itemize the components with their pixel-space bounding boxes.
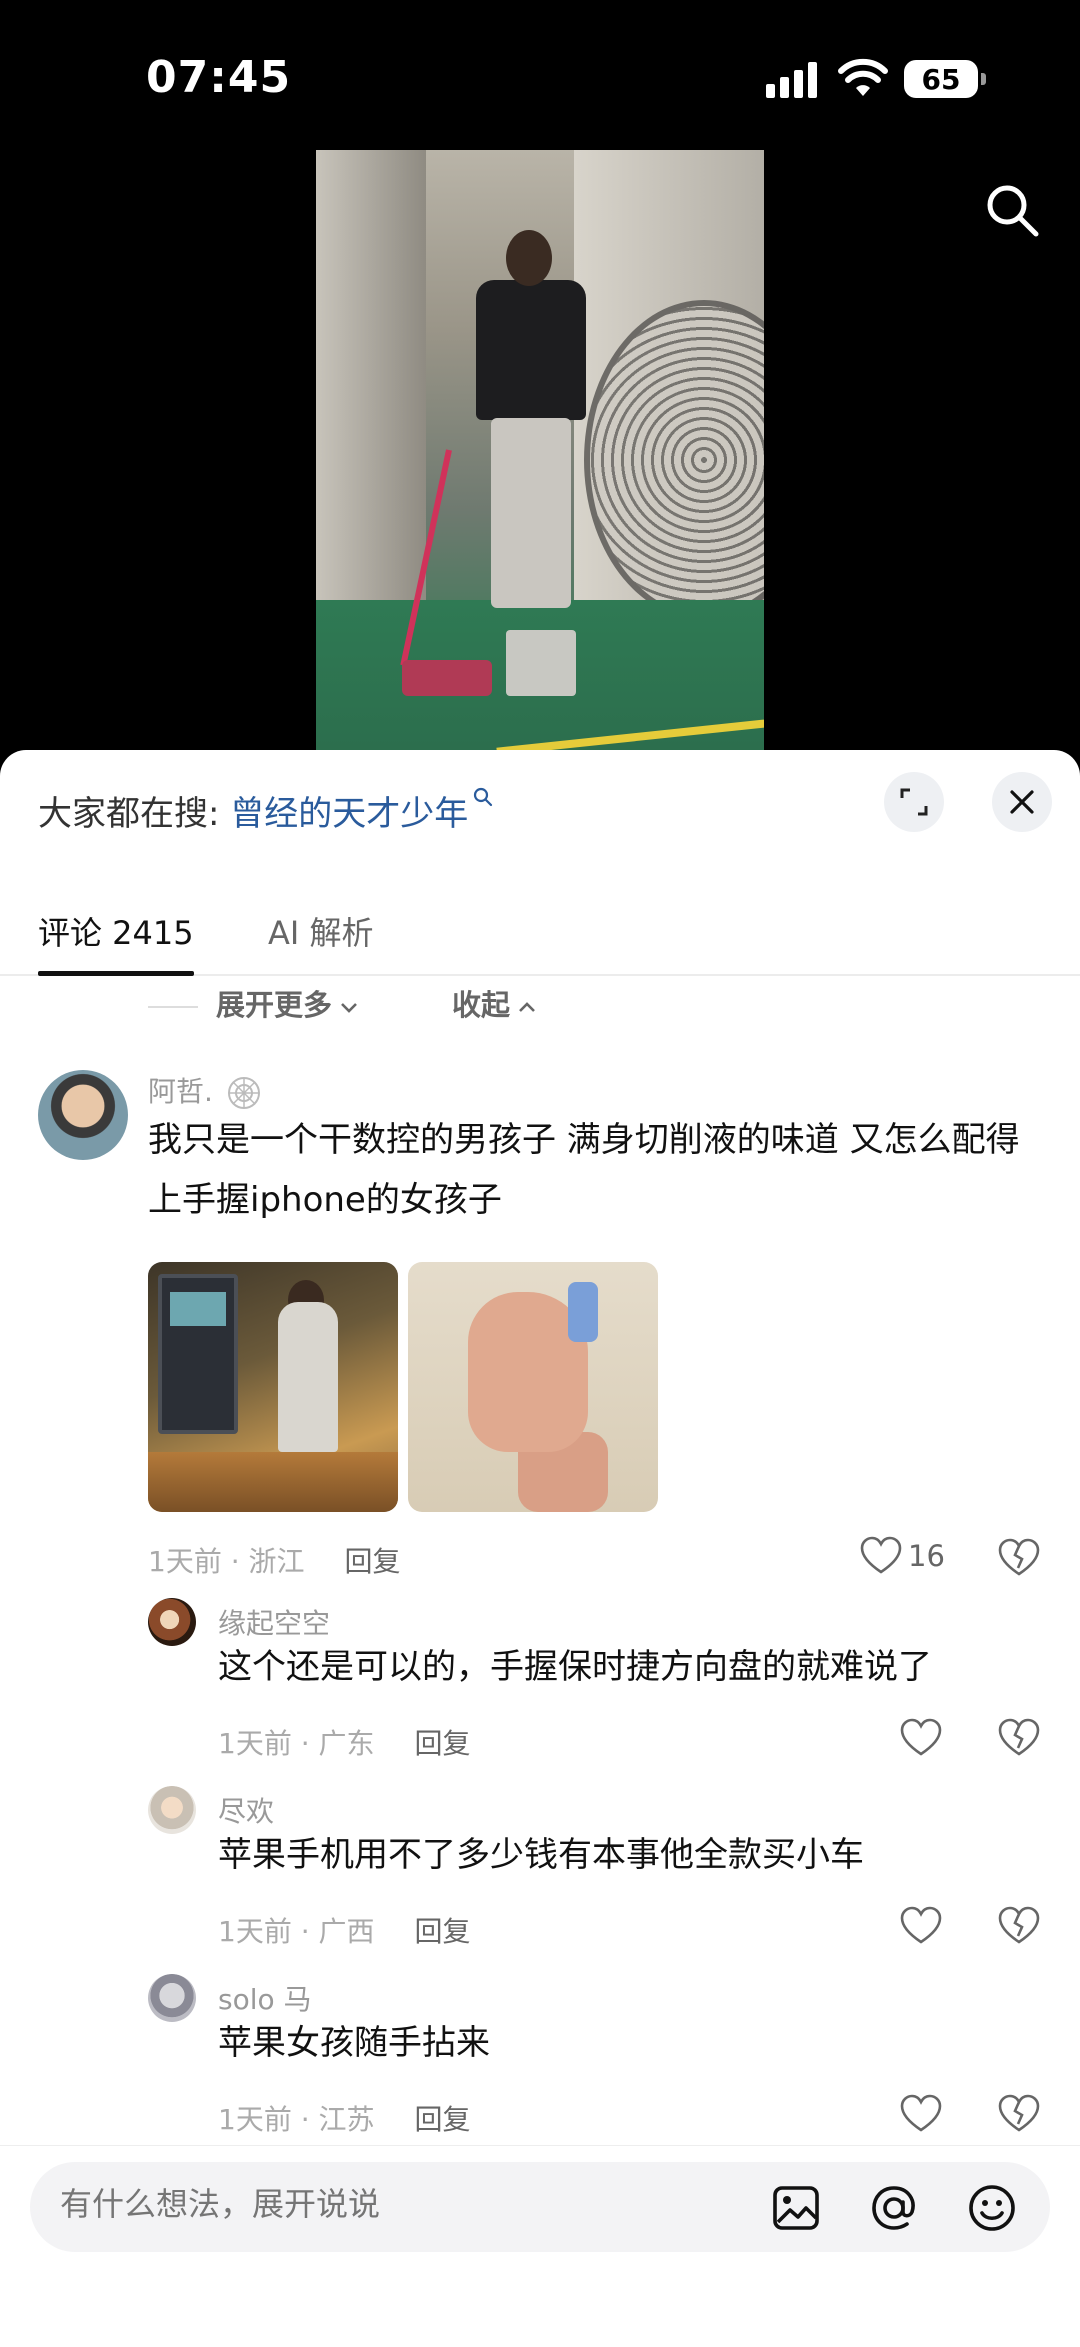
comment-username[interactable]: solo 马 <box>218 1978 312 2018</box>
tab-bar: 评论 2415 AI 解析 <box>0 880 1080 976</box>
comment-input-container[interactable] <box>30 2162 1050 2252</box>
expand-more-button[interactable]: 展开更多 <box>216 982 360 1024</box>
broken-heart-icon[interactable] <box>998 1538 1040 1578</box>
chevron-up-icon <box>519 1002 535 1012</box>
comment-text: 这个还是可以的，手握保时捷方向盘的就难说了 <box>218 1647 932 1687</box>
close-icon <box>1010 790 1034 814</box>
like-button[interactable]: 16 <box>860 1536 945 1576</box>
expand-button[interactable] <box>884 772 944 832</box>
comment-username[interactable]: 阿哲. <box>148 1070 262 1111</box>
replies-controls: 展开更多 收起 <box>0 976 1080 1036</box>
username-text: 阿哲. <box>148 1075 213 1108</box>
hot-search-prefix: 大家都在搜: <box>38 794 231 834</box>
broken-heart-icon[interactable] <box>998 1718 1040 1758</box>
image-icon[interactable] <box>770 2182 822 2234</box>
comment-sheet: 大家都在搜: 曾经的天才少年 评论 2415 AI 解析 展开更多 收起 阿哲. <box>0 750 1080 2347</box>
close-button[interactable] <box>992 772 1052 832</box>
broken-heart-icon[interactable] <box>998 2094 1040 2134</box>
comment-meta: 1天前 · 广东 回复 <box>218 1722 471 1762</box>
comment-meta: 1天前 · 浙江 回复 <box>148 1540 401 1580</box>
collapse-label: 收起 <box>452 988 511 1022</box>
avatar[interactable] <box>148 1786 196 1834</box>
avatar[interactable] <box>38 1070 128 1160</box>
comment-text: 苹果女孩随手拈来 <box>218 2023 490 2063</box>
comment-text: 苹果手机用不了多少钱有本事他全款买小车 <box>218 1835 864 1875</box>
heart-icon[interactable] <box>900 1718 942 1758</box>
reply-button[interactable]: 回复 <box>415 1915 471 1948</box>
comment-time-location: 1天前 · 浙江 <box>148 1545 305 1578</box>
comment-time-location: 1天前 · 江苏 <box>218 2103 375 2136</box>
emoji-icon[interactable] <box>966 2182 1018 2234</box>
heart-icon[interactable] <box>900 1906 942 1946</box>
reply-button[interactable]: 回复 <box>415 1727 471 1760</box>
reply-item: solo 马 苹果女孩随手拈来 1天前 · 江苏 回复 <box>0 1974 1080 2136</box>
hot-search-term[interactable]: 曾经的天才少年 <box>230 794 468 834</box>
reply-button[interactable]: 回复 <box>345 1545 401 1578</box>
video-frame[interactable] <box>316 150 764 750</box>
video-player[interactable] <box>0 150 1080 750</box>
reply-item: 尽欢 苹果手机用不了多少钱有本事他全款买小车 1天前 · 广西 回复 <box>0 1786 1080 1948</box>
at-icon[interactable] <box>868 2182 920 2234</box>
comment-image[interactable] <box>408 1262 658 1512</box>
expand-more-label: 展开更多 <box>216 988 333 1022</box>
heart-icon <box>860 1536 902 1574</box>
divider <box>148 1006 198 1008</box>
comment-meta: 1天前 · 广西 回复 <box>218 1910 471 1950</box>
comment-input-bar <box>0 2145 1080 2347</box>
badge-icon <box>227 1077 260 1109</box>
status-time: 07:45 <box>146 52 292 103</box>
broken-heart-icon[interactable] <box>998 1906 1040 1946</box>
avatar[interactable] <box>148 1974 196 2022</box>
comment-input[interactable] <box>60 2185 700 2223</box>
comment-item: 阿哲. 我只是一个干数控的男孩子 满身切削液的味道 又怎么配得上手握iphone… <box>0 1070 1080 1578</box>
wifi-icon <box>838 58 888 96</box>
like-count: 16 <box>908 1539 945 1573</box>
reply-button[interactable]: 回复 <box>415 2103 471 2136</box>
expand-icon <box>900 788 928 816</box>
comment-image[interactable] <box>148 1262 398 1512</box>
search-icon[interactable] <box>982 180 1042 240</box>
battery-indicator: 65 <box>904 60 986 98</box>
tab-ai-analysis[interactable]: AI 解析 <box>268 908 374 954</box>
collapse-button[interactable]: 收起 <box>452 982 538 1024</box>
reply-item: 缘起空空 这个还是可以的，手握保时捷方向盘的就难说了 1天前 · 广东 回复 <box>0 1598 1080 1760</box>
chevron-down-icon <box>341 1003 357 1013</box>
tab-comments[interactable]: 评论 2415 <box>38 908 194 954</box>
comment-username[interactable]: 尽欢 <box>218 1790 274 1830</box>
avatar[interactable] <box>148 1598 196 1646</box>
heart-icon[interactable] <box>900 2094 942 2134</box>
comment-username[interactable]: 缘起空空 <box>218 1602 330 1642</box>
signal-icon <box>766 62 817 98</box>
search-icon <box>474 787 493 807</box>
comment-text: 我只是一个干数控的男孩子 满身切削液的味道 又怎么配得上手握iphone的女孩子 <box>148 1120 1020 1220</box>
comment-time-location: 1天前 · 广西 <box>218 1915 375 1948</box>
hot-search-banner[interactable]: 大家都在搜: 曾经的天才少年 <box>38 786 494 835</box>
status-bar: 07:45 65 <box>0 0 1080 150</box>
comment-meta: 1天前 · 江苏 回复 <box>218 2098 471 2138</box>
comment-time-location: 1天前 · 广东 <box>218 1727 375 1760</box>
